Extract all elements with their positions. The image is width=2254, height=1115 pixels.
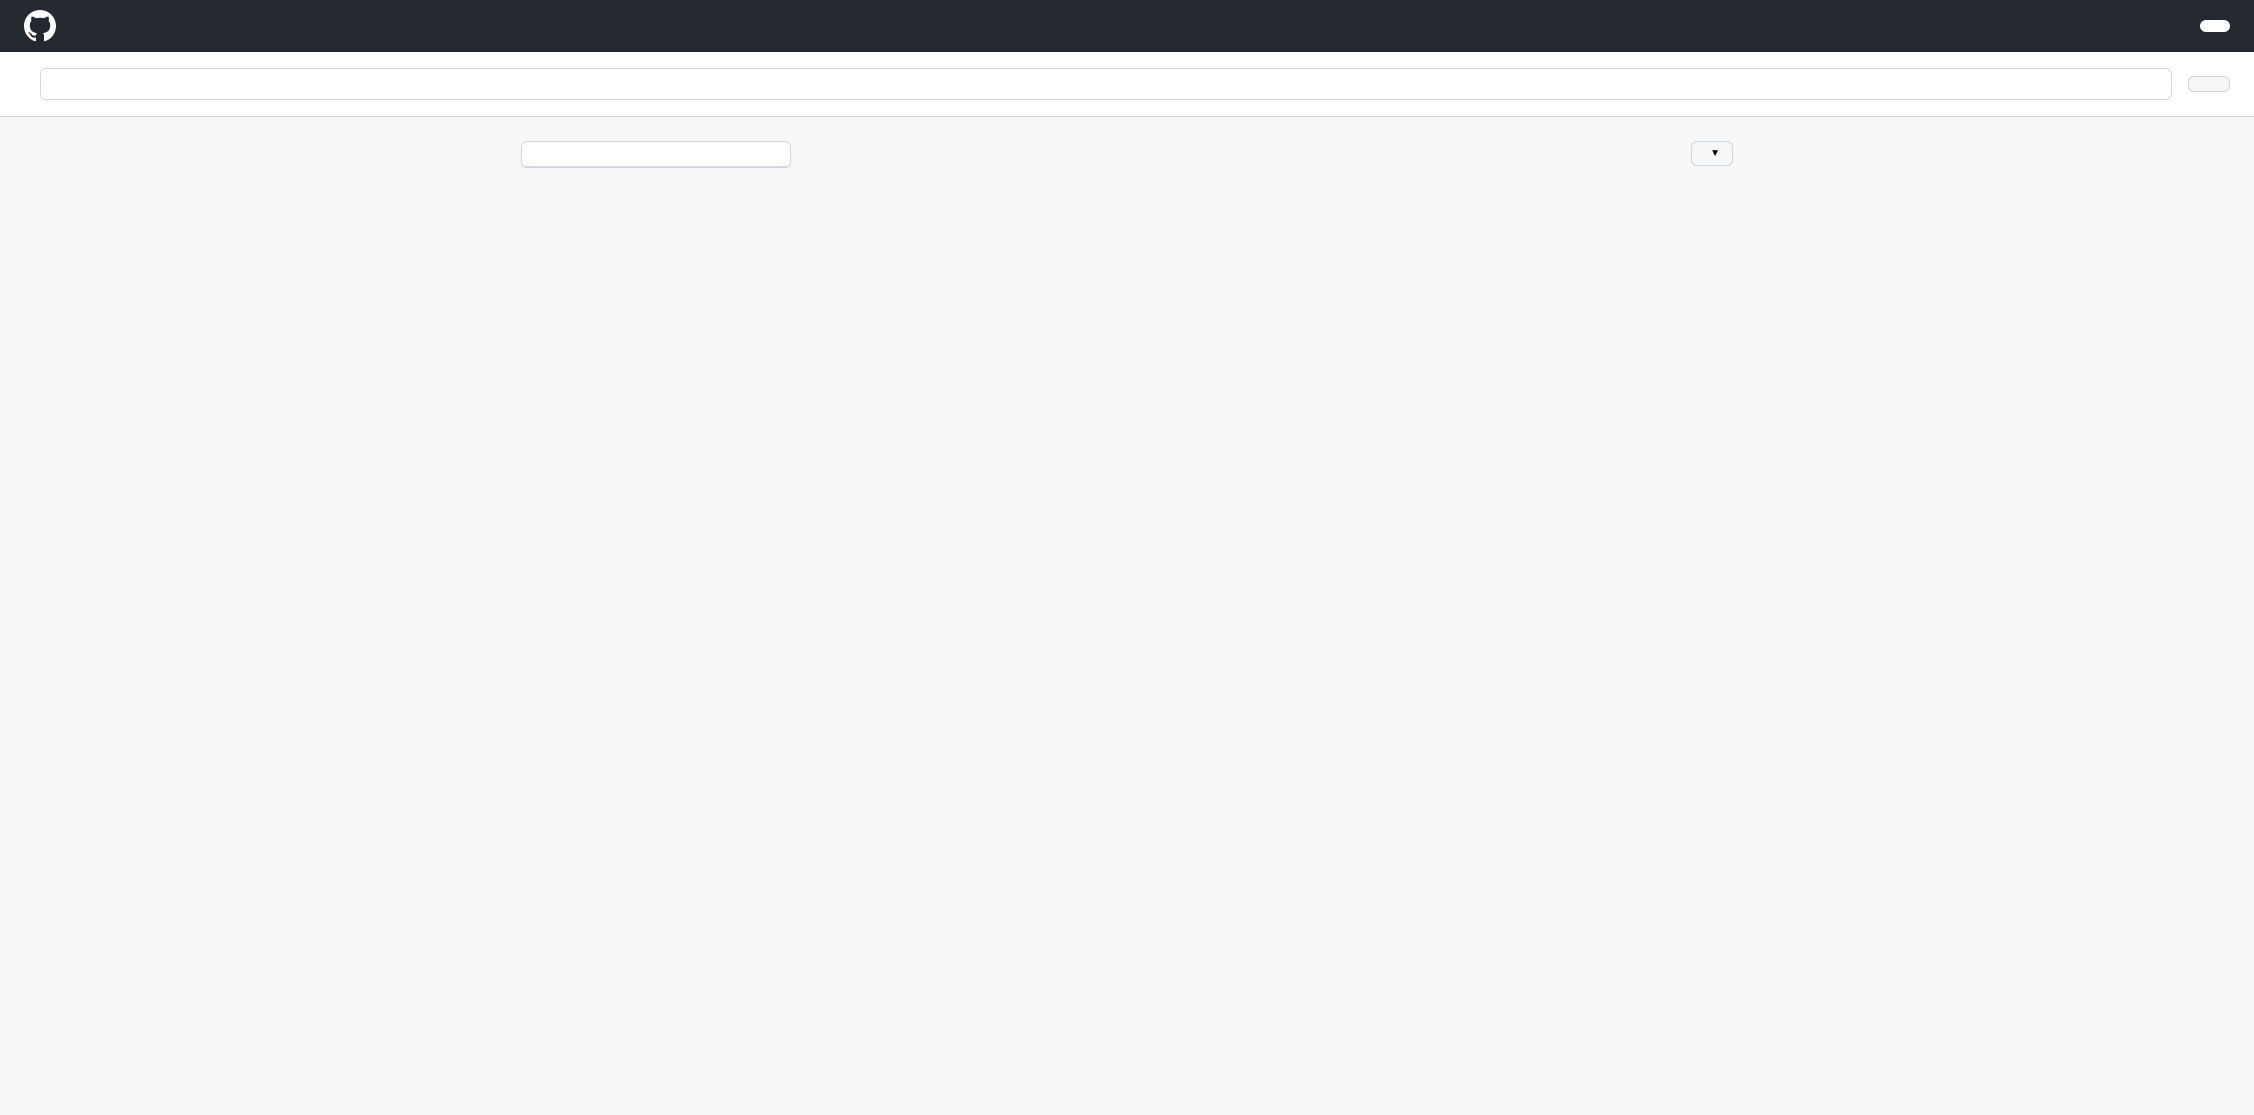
chevron-down-icon: ▼ (1710, 148, 1720, 159)
main-content: ▼ (815, 141, 1733, 186)
signup-button[interactable] (2200, 20, 2230, 32)
sidebar-card (521, 141, 791, 168)
nav-bar (0, 0, 2254, 52)
github-logo-icon (24, 10, 56, 42)
sort-button[interactable]: ▼ (1691, 141, 1733, 166)
search-header (0, 52, 2254, 117)
search-input[interactable] (40, 68, 2172, 100)
search-button[interactable] (2188, 76, 2230, 92)
sidebar (521, 141, 791, 186)
nav-logo (24, 10, 66, 42)
page-body: ▼ (497, 117, 1757, 210)
results-header: ▼ (815, 141, 1733, 166)
sidebar-title (522, 142, 790, 167)
